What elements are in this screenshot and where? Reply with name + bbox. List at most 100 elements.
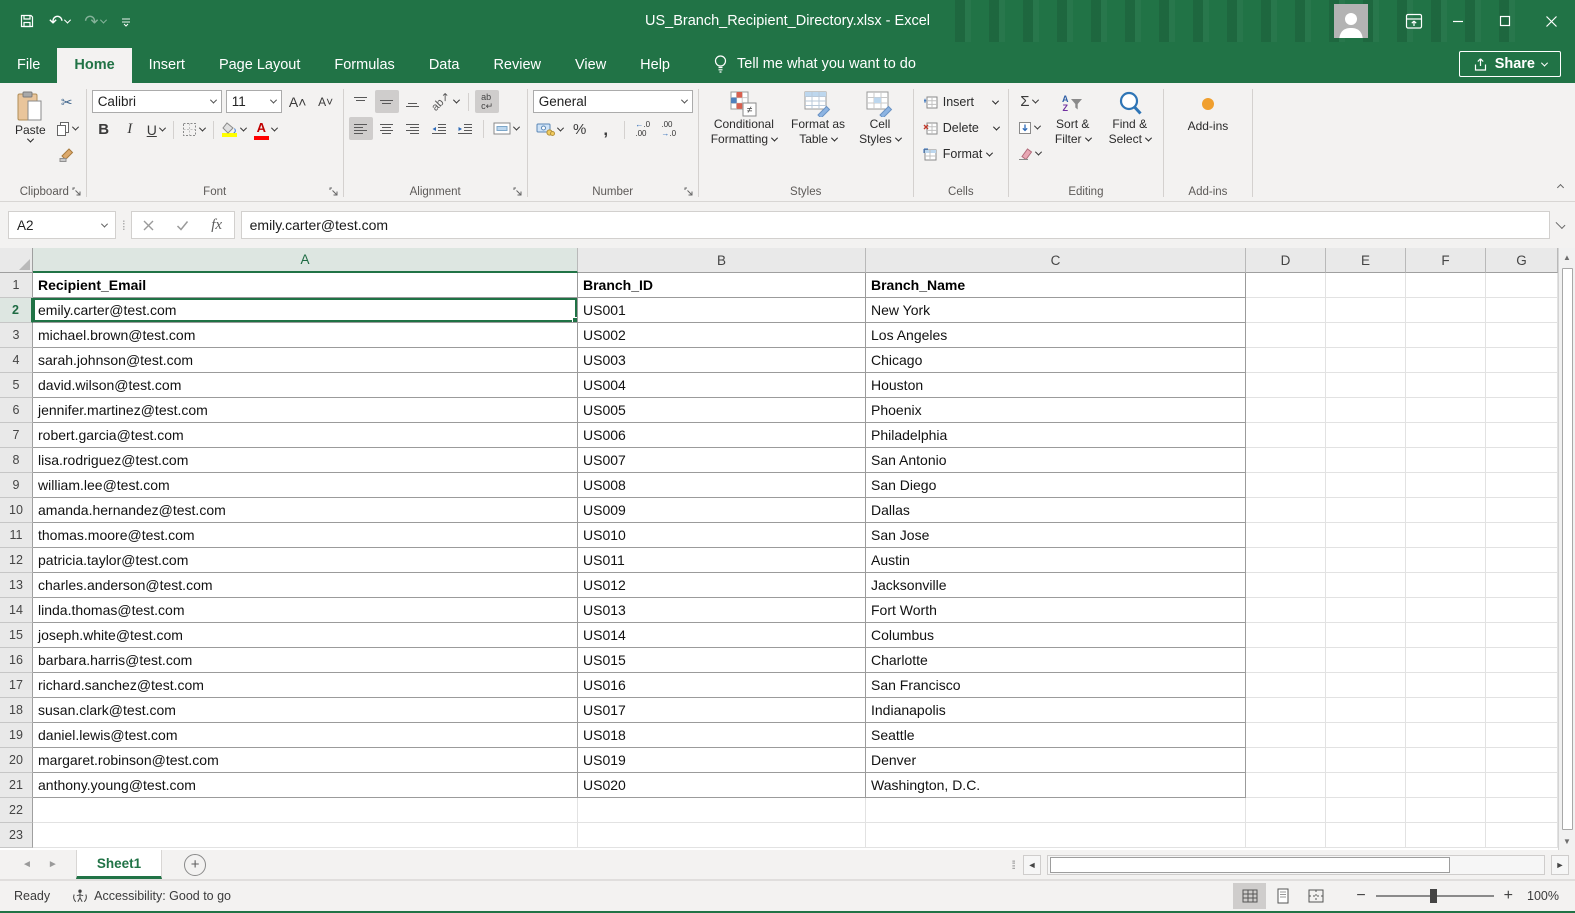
tell-me-box[interactable]: Tell me what you want to do [713, 54, 916, 83]
cell-C21[interactable]: Washington, D.C. [866, 773, 1246, 798]
cell-B19[interactable]: US018 [578, 723, 866, 748]
merge-center-button[interactable] [490, 117, 522, 140]
addins-button[interactable]: Add-ins [1181, 87, 1236, 136]
cell-C11[interactable]: San Jose [866, 523, 1246, 548]
font-color-button[interactable]: A [251, 118, 280, 141]
cell-F9[interactable] [1406, 473, 1486, 498]
cell-D11[interactable] [1246, 523, 1326, 548]
scroll-down-button[interactable]: ▼ [1559, 832, 1575, 850]
cell-E3[interactable] [1326, 323, 1406, 348]
redo-button[interactable]: ↷ [79, 9, 110, 34]
cell-D18[interactable] [1246, 698, 1326, 723]
name-box[interactable]: A2 [8, 211, 116, 239]
row-header-9[interactable]: 9 [0, 473, 33, 498]
cell-G23[interactable] [1486, 823, 1558, 848]
tab-view[interactable]: View [558, 48, 623, 83]
row-header-13[interactable]: 13 [0, 573, 33, 598]
cell-B20[interactable]: US019 [578, 748, 866, 773]
cell-A5[interactable]: david.wilson@test.com [33, 373, 578, 398]
column-header-D[interactable]: D [1246, 248, 1326, 273]
row-header-3[interactable]: 3 [0, 323, 33, 348]
paste-button[interactable]: Paste [8, 87, 53, 145]
cell-B1[interactable]: Branch_ID [578, 273, 866, 298]
cell-A4[interactable]: sarah.johnson@test.com [33, 348, 578, 373]
cell-F3[interactable] [1406, 323, 1486, 348]
save-button[interactable] [14, 9, 40, 33]
font-name-combo[interactable]: Calibri [91, 90, 222, 113]
cell-D14[interactable] [1246, 598, 1326, 623]
tab-insert[interactable]: Insert [132, 48, 202, 83]
formula-input[interactable]: emily.carter@test.com [240, 211, 1550, 239]
cell-D10[interactable] [1246, 498, 1326, 523]
minimize-button[interactable] [1434, 0, 1481, 42]
cell-E11[interactable] [1326, 523, 1406, 548]
cell-F7[interactable] [1406, 423, 1486, 448]
row-header-19[interactable]: 19 [0, 723, 33, 748]
bold-button[interactable]: B [92, 118, 116, 141]
zoom-slider-thumb[interactable] [1429, 889, 1437, 903]
cell-C2[interactable]: New York [866, 298, 1246, 323]
align-top-button[interactable] [349, 90, 373, 113]
add-sheet-button[interactable]: + [184, 853, 207, 876]
enter-button[interactable] [166, 212, 200, 238]
cell-C10[interactable]: Dallas [866, 498, 1246, 523]
cell-D22[interactable] [1246, 798, 1326, 823]
cell-G4[interactable] [1486, 348, 1558, 373]
cell-B12[interactable]: US011 [578, 548, 866, 573]
cell-A13[interactable]: charles.anderson@test.com [33, 573, 578, 598]
tab-data[interactable]: Data [412, 48, 477, 83]
wrap-text-button[interactable]: ab c↵ [475, 90, 500, 113]
cell-B22[interactable] [578, 798, 866, 823]
cell-D16[interactable] [1246, 648, 1326, 673]
row-header-1[interactable]: 1 [0, 273, 33, 298]
cell-G12[interactable] [1486, 548, 1558, 573]
row-header-2[interactable]: 2 [0, 298, 33, 323]
cell-C23[interactable] [866, 823, 1246, 848]
cell-C8[interactable]: San Antonio [866, 448, 1246, 473]
sort-filter-button[interactable]: AZ Sort & Filter [1048, 87, 1098, 149]
cell-D17[interactable] [1246, 673, 1326, 698]
cell-E8[interactable] [1326, 448, 1406, 473]
cell-G2[interactable] [1486, 298, 1558, 323]
avatar[interactable] [1334, 4, 1368, 38]
cell-F8[interactable] [1406, 448, 1486, 473]
cell-C12[interactable]: Austin [866, 548, 1246, 573]
cell-A16[interactable]: barbara.harris@test.com [33, 648, 578, 673]
cell-D12[interactable] [1246, 548, 1326, 573]
cell-B9[interactable]: US008 [578, 473, 866, 498]
cell-D5[interactable] [1246, 373, 1326, 398]
row-header-15[interactable]: 15 [0, 623, 33, 648]
cell-G18[interactable] [1486, 698, 1558, 723]
find-select-button[interactable]: Find & Select [1102, 87, 1158, 149]
comma-style-button[interactable]: , [594, 118, 618, 141]
cell-E18[interactable] [1326, 698, 1406, 723]
cell-G11[interactable] [1486, 523, 1558, 548]
cell-A14[interactable]: linda.thomas@test.com [33, 598, 578, 623]
align-center-button[interactable] [375, 117, 399, 140]
maximize-button[interactable] [1481, 0, 1528, 42]
cell-F11[interactable] [1406, 523, 1486, 548]
increase-indent-button[interactable] [453, 117, 477, 140]
cell-G13[interactable] [1486, 573, 1558, 598]
insert-cells-button[interactable]: Insert [919, 90, 1002, 114]
format-painter-button[interactable] [53, 143, 81, 166]
insert-function-button[interactable]: fx [200, 212, 234, 238]
fill-color-button[interactable] [219, 118, 249, 141]
cell-B3[interactable]: US002 [578, 323, 866, 348]
zoom-in-button[interactable]: + [1504, 887, 1513, 905]
cell-C7[interactable]: Philadelphia [866, 423, 1246, 448]
cell-C13[interactable]: Jacksonville [866, 573, 1246, 598]
alignment-dialog-launcher[interactable] [513, 187, 523, 197]
cell-C15[interactable]: Columbus [866, 623, 1246, 648]
cell-E6[interactable] [1326, 398, 1406, 423]
cell-A2[interactable]: emily.carter@test.com [33, 298, 578, 323]
sheet-nav-right-icon[interactable]: ► [48, 859, 58, 870]
customize-quick-access-button[interactable] [115, 11, 137, 31]
align-middle-button[interactable] [374, 90, 399, 113]
cell-D21[interactable] [1246, 773, 1326, 798]
cell-E7[interactable] [1326, 423, 1406, 448]
borders-button[interactable] [179, 118, 208, 141]
fill-button[interactable] [1014, 116, 1044, 139]
row-header-16[interactable]: 16 [0, 648, 33, 673]
cell-G16[interactable] [1486, 648, 1558, 673]
